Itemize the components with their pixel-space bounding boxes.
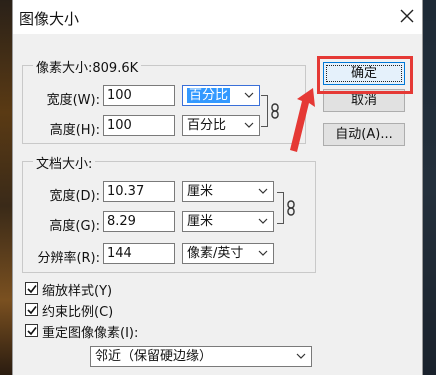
arrow-annotation-icon — [290, 88, 315, 152]
background-left — [0, 0, 12, 375]
image-size-dialog: 图像大小 像素大小:809.6K 宽度(W): 100 百分比 高度(H): 1… — [12, 0, 423, 375]
background-right — [423, 0, 436, 375]
